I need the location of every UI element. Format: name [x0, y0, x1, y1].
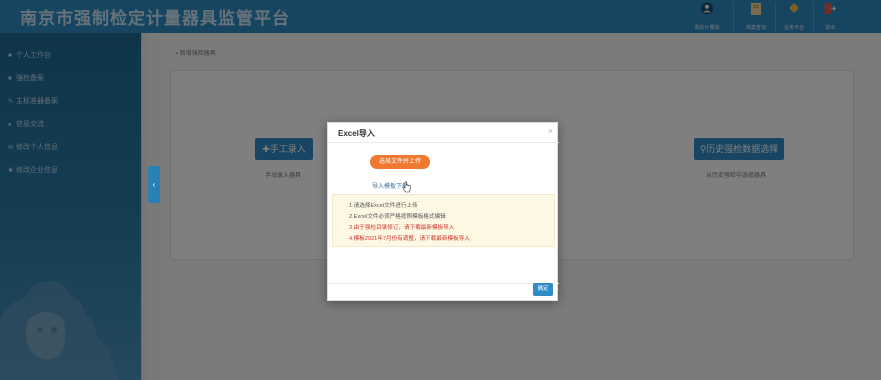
- confirm-button[interactable]: 确定: [533, 283, 553, 296]
- choose-file-upload-button[interactable]: 选择文件并上传: [370, 155, 430, 169]
- import-notice-box: 1.请选择Excel文件进行上传 2.Excel文件必须严格按照模板格式编辑 3…: [332, 194, 555, 247]
- dialog-title: Excel导入: [338, 129, 375, 138]
- notice-line: 4.模板2021年7月份有调整，请下载最新模板导入: [349, 236, 470, 242]
- dialog-header: Excel导入 ×: [328, 123, 559, 143]
- notice-line: 1.请选择Excel文件进行上传: [349, 203, 418, 209]
- close-icon[interactable]: ×: [548, 126, 553, 136]
- excel-import-dialog: Excel导入 × 选择文件并上传 导入模板下载 1.请选择Excel文件进行上…: [327, 122, 559, 301]
- notice-line: 3.由于强检目录修订，请下载最新模板导入: [349, 225, 455, 231]
- chevron-left-icon: ‹: [152, 180, 156, 189]
- dialog-footer-divider: [328, 283, 559, 284]
- sidebar-collapse-toggle[interactable]: ‹: [148, 166, 160, 203]
- hand-cursor-icon: [402, 181, 411, 193]
- notice-line: 2.Excel文件必须严格按照模板格式编辑: [349, 214, 446, 220]
